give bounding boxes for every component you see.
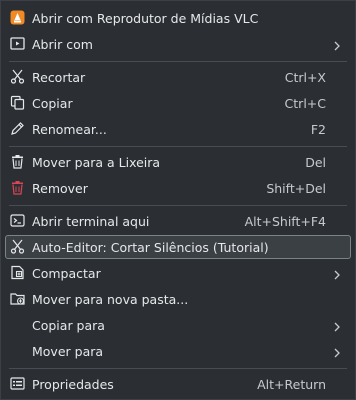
- menu-item-cut[interactable]: Recortar Ctrl+X: [5, 65, 351, 89]
- menu-item-label: Mover para nova pasta...: [32, 291, 189, 307]
- scissors-icon: [10, 239, 25, 254]
- chevron-right-icon: [332, 268, 342, 280]
- menu-item-label: Copiar: [32, 95, 73, 111]
- pencil-icon: [10, 121, 25, 136]
- menu-separator: [9, 61, 347, 62]
- menu-item-label: Recortar: [32, 69, 86, 85]
- menu-item-delete[interactable]: Remover Shift+Del: [5, 176, 351, 200]
- menu-item-label: Abrir com Reprodutor de Mídias VLC: [32, 10, 259, 26]
- menu-item-auto-editor[interactable]: Auto-Editor: Cortar Silêncios (Tutorial): [5, 235, 351, 259]
- menu-item-label: Abrir terminal aqui: [32, 213, 150, 229]
- delete-red-icon: [10, 180, 25, 195]
- menu-item-copy-to[interactable]: Copiar para: [5, 313, 351, 337]
- menu-item-shortcut: Del: [305, 154, 326, 170]
- menu-item-open-terminal[interactable]: Abrir terminal aqui Alt+Shift+F4: [5, 209, 351, 233]
- menu-item-open-vlc[interactable]: Abrir com Reprodutor de Mídias VLC: [5, 6, 351, 30]
- menu-item-shortcut: Alt+Return: [257, 376, 326, 392]
- menu-item-shortcut: Ctrl+X: [284, 69, 326, 85]
- new-folder-icon: [10, 291, 25, 306]
- archive-icon: [10, 265, 25, 280]
- menu-item-label: Remover: [32, 180, 88, 196]
- vlc-icon: [10, 10, 25, 25]
- context-menu: Abrir com Reprodutor de Mídias VLC Abrir…: [0, 0, 356, 400]
- properties-icon: [10, 376, 25, 391]
- menu-item-shortcut: F2: [310, 121, 326, 137]
- chevron-right-icon: [332, 39, 342, 51]
- menu-item-compress[interactable]: Compactar: [5, 261, 351, 285]
- trash-icon: [10, 154, 25, 169]
- terminal-icon: [10, 213, 25, 228]
- menu-item-properties[interactable]: Propriedades Alt+Return: [5, 372, 351, 396]
- open-with-icon: [10, 36, 25, 51]
- menu-item-label: Abrir com: [32, 36, 93, 52]
- chevron-right-icon: [332, 346, 342, 358]
- scissors-icon: [10, 69, 25, 84]
- menu-item-label: Mover para: [32, 343, 104, 359]
- chevron-right-icon: [332, 320, 342, 332]
- menu-item-label: Auto-Editor: Cortar Silêncios (Tutorial): [32, 239, 269, 255]
- menu-item-shortcut: Ctrl+C: [284, 95, 326, 111]
- menu-item-rename[interactable]: Renomear... F2: [5, 117, 351, 141]
- menu-item-label: Renomear...: [32, 121, 107, 137]
- menu-item-label: Compactar: [32, 265, 101, 281]
- menu-item-shortcut: Shift+Del: [266, 180, 326, 196]
- menu-separator: [9, 146, 347, 147]
- menu-item-shortcut: Alt+Shift+F4: [244, 213, 326, 229]
- menu-item-label: Copiar para: [32, 317, 105, 333]
- menu-item-copy[interactable]: Copiar Ctrl+C: [5, 91, 351, 115]
- menu-separator: [9, 368, 347, 369]
- menu-item-move-to-new-folder[interactable]: Mover para nova pasta...: [5, 287, 351, 311]
- menu-item-label: Propriedades: [32, 376, 114, 392]
- menu-item-label: Mover para a Lixeira: [32, 154, 161, 170]
- copy-icon: [10, 95, 25, 110]
- menu-item-open-with[interactable]: Abrir com: [5, 32, 351, 56]
- menu-separator: [9, 205, 347, 206]
- menu-item-move-to-trash[interactable]: Mover para a Lixeira Del: [5, 150, 351, 174]
- menu-item-move-to[interactable]: Mover para: [5, 339, 351, 363]
